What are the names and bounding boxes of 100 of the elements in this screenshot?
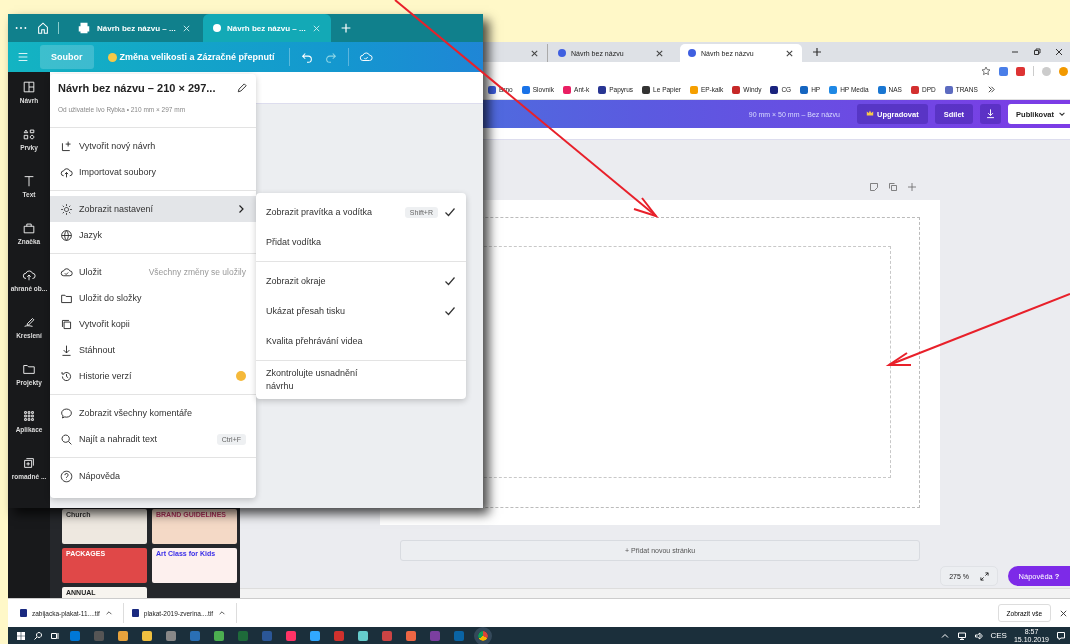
- briefcase-icon: [22, 221, 36, 235]
- bookmark-icon: [689, 85, 698, 94]
- speaker-icon[interactable]: [973, 630, 984, 641]
- download-icon: [985, 107, 997, 119]
- gear-icon: [60, 202, 73, 216]
- bookmark-icon: [488, 85, 496, 94]
- pencil-icon[interactable]: [236, 82, 248, 94]
- help-icon: [60, 469, 73, 483]
- menu-item[interactable]: Historie verzí: [50, 363, 256, 389]
- bookmark-icon: [642, 85, 651, 94]
- menu-item[interactable]: Zkontrolujte usnadnění návrhu: [256, 365, 466, 395]
- taskbar-app-icon[interactable]: [214, 630, 224, 641]
- bookmark-icon: [910, 85, 919, 94]
- taskbar-app-icon[interactable]: [406, 630, 416, 641]
- plus-file-icon: [60, 139, 73, 153]
- history-icon: [60, 369, 73, 383]
- cloud-check-icon: [60, 265, 73, 279]
- taskbar-app-icon[interactable]: [166, 630, 176, 641]
- text-icon: [22, 174, 36, 188]
- download-button[interactable]: [980, 104, 1002, 124]
- crown-icon: [865, 109, 874, 117]
- menu-item[interactable]: Uložit do složky: [50, 285, 256, 311]
- file-icon: [20, 609, 27, 617]
- tab-title: Návrh bez názvu – ...: [227, 23, 306, 33]
- new-tab-icon[interactable]: [339, 21, 353, 35]
- printer-icon: [77, 21, 91, 35]
- home-icon[interactable]: [36, 21, 50, 35]
- taskbar-app-icon[interactable]: [286, 630, 296, 641]
- menu-item[interactable]: Vytvořit kopii: [50, 311, 256, 337]
- bookmark-icon: [770, 85, 779, 94]
- pen-icon: [22, 315, 36, 329]
- menu-item[interactable]: Vytvořit nový návrh: [50, 133, 256, 159]
- menu-item[interactable]: Jazyk: [50, 222, 256, 248]
- menu-item[interactable]: Zobrazit všechny komentáře: [50, 400, 256, 426]
- shapes-icon: [22, 127, 36, 141]
- browser-taskbar-icon[interactable]: [478, 630, 488, 641]
- design-title: Návrh bez názvu – 210 × 297...: [58, 82, 216, 94]
- expand-icon: [980, 571, 989, 581]
- copy-icon[interactable]: [888, 182, 898, 192]
- star-icon[interactable]: [981, 66, 991, 76]
- network-icon[interactable]: [956, 630, 967, 641]
- layout-icon: [22, 80, 36, 94]
- chevron-icon[interactable]: [986, 85, 996, 94]
- cloud-check-icon[interactable]: [358, 50, 373, 64]
- file-icon: [131, 609, 139, 617]
- close-icon[interactable]: [1059, 608, 1068, 618]
- menu-item[interactable]: Zobrazit okraje: [256, 266, 466, 296]
- taskbar-app-icon[interactable]: [142, 630, 152, 641]
- search-icon[interactable]: [33, 630, 43, 641]
- close-icon[interactable]: [530, 48, 539, 58]
- menu-item[interactable]: Uložit Všechny změny se uložily: [50, 259, 256, 285]
- apps-grid-icon: [22, 409, 36, 423]
- bookmark-icon: [877, 85, 886, 94]
- menu-item[interactable]: Ukázat přesah tisku: [256, 296, 466, 326]
- menu-item[interactable]: Stáhnout: [50, 337, 256, 363]
- cloud-upload-icon: [22, 268, 36, 282]
- menu-item[interactable]: Zobrazit nastavení: [50, 196, 256, 222]
- menu-item[interactable]: Kvalita přehrávání videa: [256, 326, 466, 356]
- chevron-up-icon: [104, 609, 113, 617]
- bookmark-icon: [800, 85, 809, 94]
- add-icon[interactable]: [907, 182, 917, 192]
- taskbar-app-icon[interactable]: [358, 630, 368, 641]
- bookmark-icon: [521, 85, 530, 94]
- update-icon[interactable]: [1059, 66, 1068, 76]
- copy-icon: [60, 317, 73, 331]
- menu-icon[interactable]: [16, 50, 30, 64]
- undo-icon[interactable]: [299, 50, 314, 64]
- logo-icon: [558, 49, 566, 57]
- menu-item[interactable]: Importovat soubory: [50, 159, 256, 185]
- chevron-down-icon: [1058, 110, 1066, 118]
- folder-icon: [22, 362, 36, 376]
- menu-item[interactable]: Přidat vodítka: [256, 227, 466, 257]
- download-icon: [60, 343, 73, 357]
- chevron-up-icon: [218, 609, 227, 617]
- search-icon: [60, 432, 73, 446]
- globe-icon: [60, 228, 73, 242]
- bookmark-icon: [563, 85, 572, 94]
- bookmark-icon: [944, 85, 953, 94]
- restore-icon[interactable]: [1032, 47, 1042, 57]
- taskbar-app-icon[interactable]: [118, 630, 128, 641]
- bookmark-icon: [732, 85, 741, 94]
- bookmark-icon: [829, 85, 838, 94]
- taskbar-app-icon[interactable]: [310, 630, 320, 641]
- task-view-icon[interactable]: [50, 630, 60, 641]
- menu-item[interactable]: Nápověda: [50, 463, 256, 489]
- new-tab-icon[interactable]: [812, 47, 822, 57]
- notification-icon[interactable]: [1056, 630, 1066, 641]
- language-indicator[interactable]: CES: [990, 631, 1007, 640]
- close-icon[interactable]: [785, 48, 794, 58]
- crown-icon: [107, 52, 117, 62]
- scrollbar[interactable]: [240, 588, 1070, 598]
- note-icon[interactable]: [869, 182, 879, 192]
- browser-tab[interactable]: Návrh bez názvu – ...: [67, 14, 195, 42]
- close-icon[interactable]: [1054, 47, 1064, 57]
- windows-start-icon[interactable]: [16, 630, 26, 641]
- bookmark-icon: [598, 85, 607, 94]
- close-icon[interactable]: [655, 48, 664, 58]
- comment-icon: [60, 406, 73, 420]
- tab-title: Návrh bez názvu – ...: [97, 23, 176, 33]
- logo-icon: [213, 24, 221, 32]
